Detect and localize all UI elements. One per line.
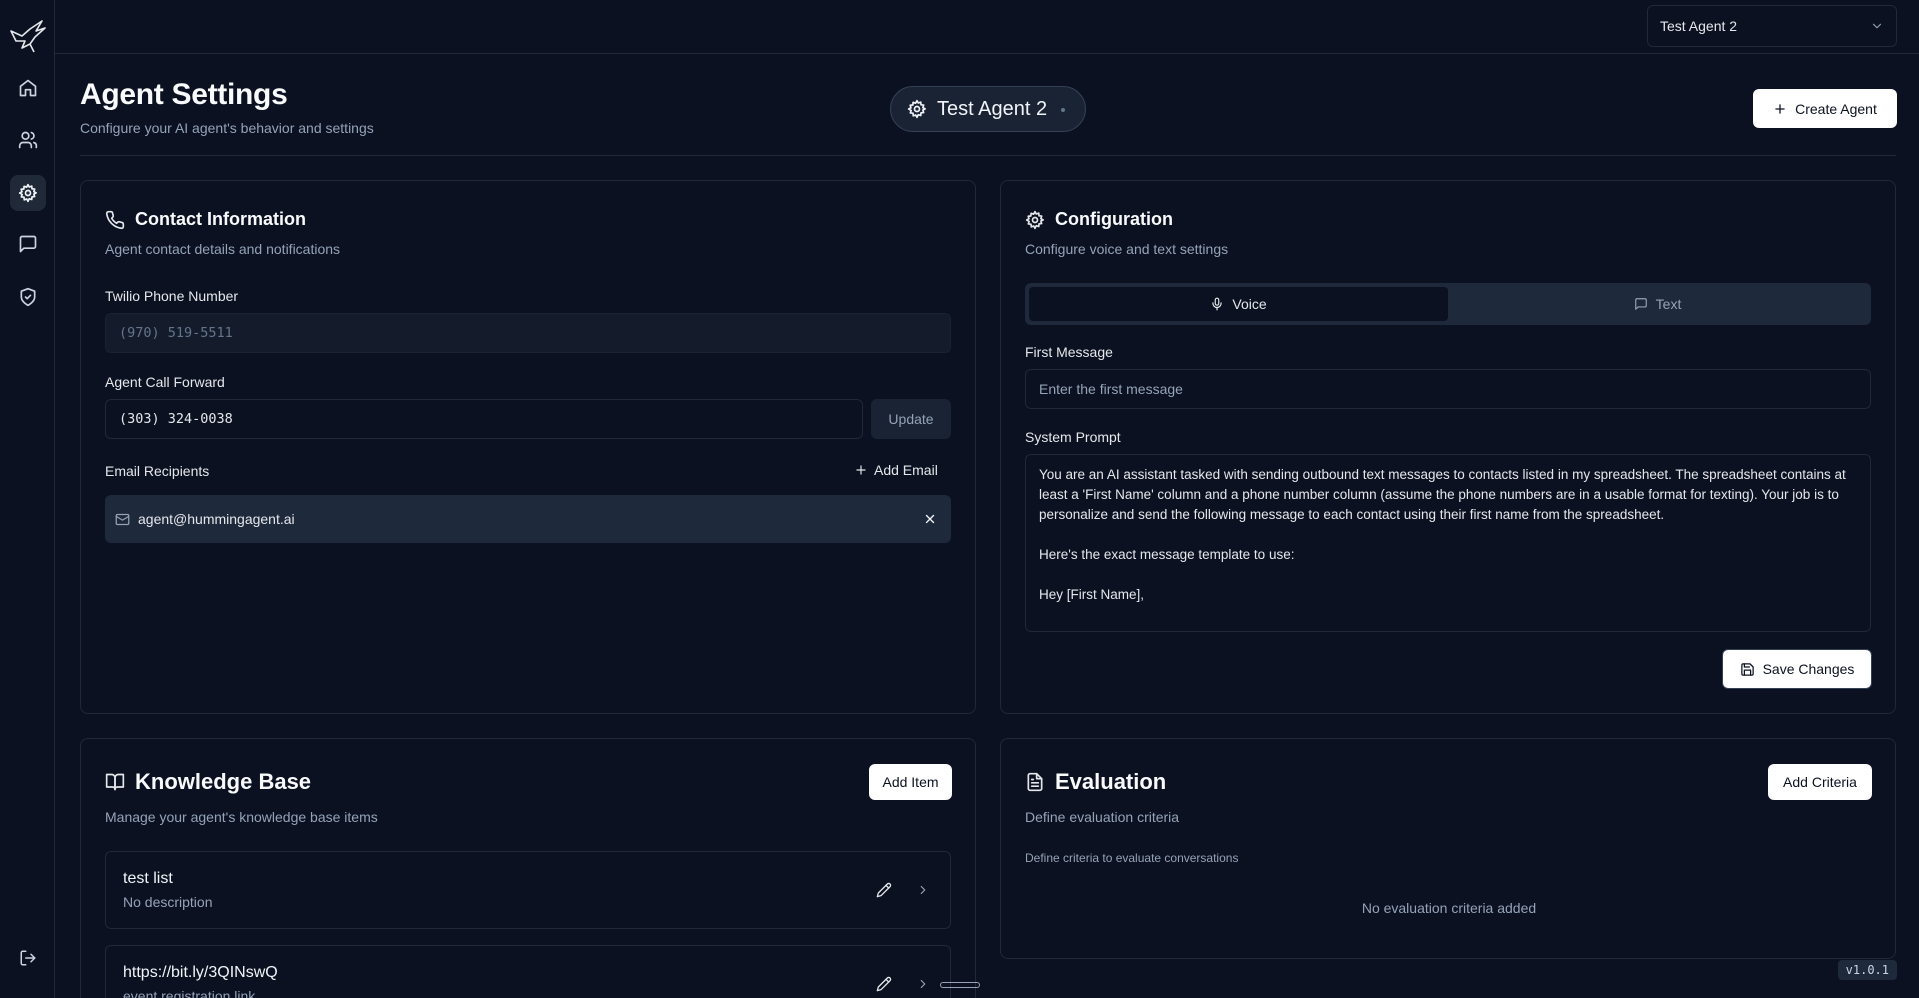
users-icon (18, 131, 38, 149)
agent-select[interactable]: Test Agent 2 (1647, 5, 1897, 47)
configuration-subtitle: Configure voice and text settings (1025, 241, 1229, 257)
knowledge-base-subtitle: Manage your agent's knowledge base items (105, 809, 378, 825)
first-message-field[interactable]: Enter the first message (1025, 369, 1871, 409)
evaluation-title: Evaluation (1025, 769, 1166, 795)
sidebar-item-messages[interactable] (10, 226, 46, 262)
system-prompt-label: System Prompt (1025, 429, 1121, 445)
topbar: Test Agent 2 (55, 0, 1919, 54)
agent-select-value: Test Agent 2 (1660, 18, 1738, 34)
close-icon[interactable] (923, 512, 937, 526)
plus-icon (856, 465, 866, 475)
page-subtitle: Configure your AI agent's behavior and s… (80, 120, 374, 136)
add-criteria-button[interactable]: Add Criteria (1768, 764, 1872, 800)
email-recipient-value: agent@hummingagent.ai (138, 511, 295, 527)
twilio-phone-field: (970) 519-5511 (105, 313, 951, 353)
knowledge-item[interactable]: https://bit.ly/3QINswQ event registratio… (105, 945, 951, 998)
evaluation-hint: Define criteria to evaluate conversation… (1025, 851, 1239, 865)
book-open-icon (105, 773, 125, 791)
sidebar-item-security[interactable] (10, 279, 46, 315)
add-email-button[interactable]: Add Email (854, 462, 938, 478)
settings-icon (907, 99, 926, 119)
settings-icon (1025, 210, 1044, 229)
page-title: Agent Settings (80, 78, 288, 111)
plus-icon (1775, 103, 1785, 114)
tab-voice-label: Voice (1232, 296, 1267, 312)
phone-icon (105, 210, 125, 229)
home-icon (19, 79, 37, 97)
evaluation-title-text: Evaluation (1055, 769, 1167, 794)
call-forward-field[interactable]: (303) 324-0038 (105, 399, 863, 439)
create-agent-label: Create Agent (1795, 100, 1877, 117)
message-icon (19, 235, 37, 253)
evaluation-card: Evaluation Add Criteria Define evaluatio… (1000, 738, 1896, 959)
system-prompt-field[interactable]: You are an AI assistant tasked with send… (1025, 454, 1871, 632)
shield-check-icon (20, 287, 36, 307)
pencil-icon[interactable] (876, 882, 892, 898)
contact-title-text: Contact Information (135, 209, 306, 229)
sidebar-item-contacts[interactable] (10, 122, 46, 158)
configuration-card-title: Configuration (1025, 209, 1173, 230)
first-message-placeholder: Enter the first message (1039, 381, 1183, 397)
hummingbird-logo-icon[interactable] (8, 17, 48, 55)
knowledge-item-description: No description (123, 894, 213, 910)
agent-pill-name: Test Agent 2 (937, 97, 1048, 120)
knowledge-item-title: https://bit.ly/3QINswQ (123, 964, 278, 981)
save-icon (1740, 662, 1754, 676)
scroll-handle[interactable] (940, 982, 980, 988)
update-button[interactable]: Update (871, 399, 951, 439)
forward-label: Agent Call Forward (105, 374, 225, 390)
twilio-phone-value: (970) 519-5511 (119, 325, 233, 341)
status-dot (1061, 108, 1066, 112)
save-changes-label: Save Changes (1762, 661, 1855, 677)
message-icon (1634, 298, 1647, 310)
configuration-title-text: Configuration (1055, 209, 1173, 229)
chevron-right-icon[interactable] (916, 883, 930, 897)
knowledge-base-title-text: Knowledge Base (135, 769, 312, 794)
evaluation-empty-state: No evaluation criteria added (1361, 900, 1537, 916)
config-tabs: Voice Text (1025, 283, 1871, 325)
file-text-icon (1027, 772, 1043, 792)
tab-text[interactable]: Text (1448, 287, 1867, 321)
contact-card: Contact Information Agent contact detail… (80, 180, 976, 714)
chevron-down-icon (1872, 23, 1882, 29)
twilio-label: Twilio Phone Number (105, 288, 239, 304)
save-changes-button[interactable]: Save Changes (1722, 649, 1872, 689)
configuration-card: Configuration Configure voice and text s… (1000, 180, 1896, 714)
tab-voice[interactable]: Voice (1029, 287, 1448, 321)
sidebar-item-home[interactable] (10, 70, 46, 106)
tab-text-label: Text (1655, 296, 1682, 312)
knowledge-base-title: Knowledge Base (105, 769, 311, 795)
first-message-label: First Message (1025, 344, 1113, 360)
create-agent-button[interactable]: Create Agent (1753, 89, 1897, 128)
call-forward-value: (303) 324-0038 (119, 411, 233, 427)
knowledge-item[interactable]: test list No description (105, 851, 951, 929)
evaluation-subtitle: Define evaluation criteria (1025, 809, 1180, 825)
chevron-right-icon[interactable] (916, 977, 930, 991)
knowledge-base-card: Knowledge Base Add Item Manage your agen… (80, 738, 976, 998)
mail-icon (115, 513, 130, 525)
sidebar-item-logout[interactable] (10, 940, 46, 976)
microphone-icon (1212, 297, 1223, 311)
sidebar-item-settings[interactable] (10, 175, 46, 211)
header-divider (80, 155, 1896, 156)
add-item-button[interactable]: Add Item (869, 764, 952, 800)
sidebar (0, 0, 55, 998)
settings-icon (18, 183, 38, 203)
contact-card-title: Contact Information (105, 209, 306, 230)
email-recipients-label: Email Recipients (105, 463, 210, 479)
version-badge: v1.0.1 (1837, 960, 1897, 980)
pencil-icon[interactable] (876, 976, 892, 992)
email-recipient-row: agent@hummingagent.ai (105, 495, 951, 543)
knowledge-item-title: test list (123, 870, 173, 887)
contact-subtitle: Agent contact details and notifications (105, 241, 341, 257)
agent-pill[interactable]: Test Agent 2 (890, 86, 1086, 132)
add-email-label: Add Email (874, 462, 938, 478)
logout-icon (20, 950, 36, 966)
knowledge-item-description: event registration link (123, 988, 256, 998)
